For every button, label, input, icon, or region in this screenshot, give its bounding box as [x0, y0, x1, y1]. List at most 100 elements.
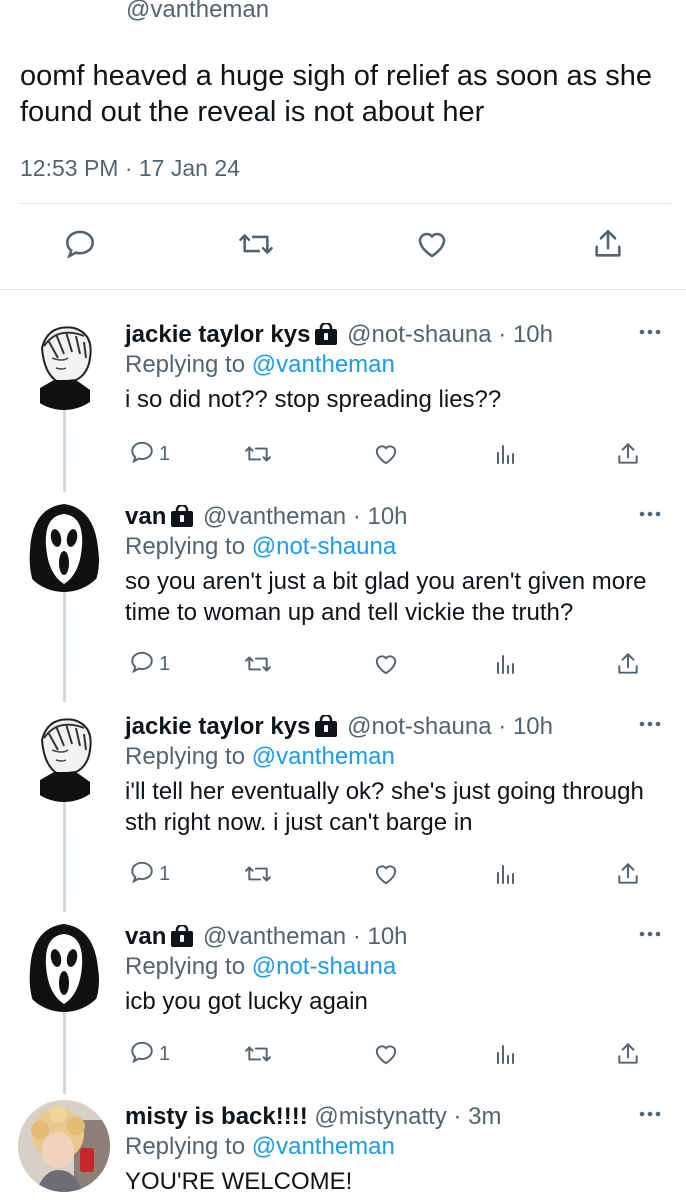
- reply-text: i so did not?? stop spreading lies??: [125, 386, 502, 413]
- share-icon[interactable]: [615, 436, 641, 472]
- replying-to-label: Replying to: [125, 533, 246, 560]
- replying-to: Replying to @not-shauna: [125, 532, 396, 562]
- reply-tweet[interactable]: jackie taylor kys @not-shauna · 10h Repl…: [0, 710, 686, 900]
- display-name[interactable]: misty is back!!!!: [125, 1103, 308, 1130]
- tweet-time[interactable]: · 10h: [498, 713, 553, 740]
- photo-avatar[interactable]: [18, 1100, 110, 1192]
- analytics-icon[interactable]: [493, 646, 517, 682]
- reply-button[interactable]: 1: [129, 436, 170, 472]
- ghostface-avatar[interactable]: [18, 500, 110, 592]
- ghostface-avatar[interactable]: [18, 920, 110, 1012]
- lock-icon: [314, 321, 338, 353]
- replying-to-label: Replying to: [125, 953, 246, 980]
- more-options-icon[interactable]: [638, 504, 662, 524]
- user-handle[interactable]: @vantheman: [203, 923, 346, 950]
- main-tweet-handle[interactable]: @vantheman: [126, 0, 269, 26]
- replying-to-mention[interactable]: @vantheman: [252, 351, 395, 378]
- reply-count: 1: [159, 862, 171, 885]
- reply-tweet[interactable]: misty is back!!!! @mistynatty · 3m Reply…: [0, 1100, 686, 1200]
- reply-tweet[interactable]: jackie taylor kys @not-shauna · 10h Repl…: [0, 318, 686, 478]
- replying-to-mention[interactable]: @vantheman: [252, 743, 395, 770]
- reply-button[interactable]: 1: [129, 856, 170, 892]
- reply-text: YOU'RE WELCOME!: [125, 1168, 353, 1195]
- display-name[interactable]: jackie taylor kys: [125, 713, 310, 740]
- like-icon[interactable]: [412, 222, 452, 266]
- sketch-avatar[interactable]: [18, 710, 110, 802]
- replying-to-label: Replying to: [125, 351, 246, 378]
- like-icon[interactable]: [372, 436, 400, 472]
- reply-icon: [129, 859, 155, 890]
- reply-header: jackie taylor kys @not-shauna · 10h: [125, 712, 553, 745]
- retweet-icon[interactable]: [236, 222, 276, 266]
- divider: [20, 203, 671, 204]
- reply-count: 1: [159, 442, 171, 465]
- replying-to-mention[interactable]: @vantheman: [252, 1133, 395, 1160]
- reply-actions: 1: [125, 856, 655, 892]
- sketch-avatar[interactable]: [18, 318, 110, 410]
- like-icon[interactable]: [372, 1036, 400, 1072]
- reply-tweet[interactable]: van @vantheman · 10h Replying to @not-sh…: [0, 920, 686, 1080]
- more-options-icon[interactable]: [638, 322, 662, 342]
- reply-actions: 1: [125, 1036, 655, 1072]
- share-icon[interactable]: [588, 222, 628, 266]
- ghostface-avatar[interactable]: [22, 0, 110, 28]
- divider: [0, 289, 686, 290]
- display-name[interactable]: van: [125, 503, 166, 530]
- lock-icon: [170, 923, 194, 955]
- reply-header: misty is back!!!! @mistynatty · 3m: [125, 1102, 501, 1132]
- display-name[interactable]: jackie taylor kys: [125, 321, 310, 348]
- reply-count: 1: [159, 1042, 171, 1065]
- lock-icon: [314, 713, 338, 745]
- reply-icon: [129, 649, 155, 680]
- tweet-time[interactable]: · 3m: [453, 1103, 501, 1130]
- reply-count: 1: [159, 652, 171, 675]
- share-icon[interactable]: [615, 1036, 641, 1072]
- reply-header: van @vantheman · 10h: [125, 922, 408, 955]
- tweet-time[interactable]: · 10h: [353, 503, 408, 530]
- user-handle[interactable]: @not-shauna: [347, 713, 491, 740]
- replying-to: Replying to @vantheman: [125, 742, 395, 772]
- reply-actions: 1: [125, 436, 655, 472]
- reply-text: icb you got lucky again: [125, 988, 368, 1015]
- analytics-icon[interactable]: [493, 436, 517, 472]
- share-icon[interactable]: [615, 856, 641, 892]
- reply-text: so you aren't just a bit glad you aren't…: [125, 568, 647, 626]
- reply-tweet[interactable]: van @vantheman · 10h Replying to @not-sh…: [0, 500, 686, 690]
- reply-header: van @vantheman · 10h: [125, 502, 408, 535]
- replying-to-mention[interactable]: @not-shauna: [252, 533, 396, 560]
- reply-header: jackie taylor kys @not-shauna · 10h: [125, 320, 553, 353]
- reply-text: i'll tell her eventually ok? she's just …: [125, 778, 644, 836]
- main-tweet-timestamp[interactable]: 12:53 PM · 17 Jan 24: [20, 153, 240, 183]
- user-handle[interactable]: @mistynatty: [314, 1103, 446, 1130]
- like-icon[interactable]: [372, 856, 400, 892]
- reply-actions: 1: [125, 646, 655, 682]
- more-options-icon[interactable]: [638, 714, 662, 734]
- replying-to: Replying to @vantheman: [125, 350, 395, 380]
- more-options-icon[interactable]: [638, 924, 662, 944]
- more-options-icon[interactable]: [638, 1104, 662, 1124]
- analytics-icon[interactable]: [493, 856, 517, 892]
- replying-to: Replying to @vantheman: [125, 1132, 395, 1162]
- reply-icon: [129, 1039, 155, 1070]
- reply-icon: [129, 439, 155, 470]
- retweet-icon[interactable]: [243, 1036, 273, 1072]
- main-tweet: @vantheman oomf heaved a huge sigh of re…: [0, 0, 686, 290]
- tweet-time[interactable]: · 10h: [498, 321, 553, 348]
- lock-icon: [170, 503, 194, 535]
- replying-to-label: Replying to: [125, 743, 246, 770]
- like-icon[interactable]: [372, 646, 400, 682]
- display-name[interactable]: van: [125, 923, 166, 950]
- replying-to-mention[interactable]: @not-shauna: [252, 953, 396, 980]
- main-tweet-text: oomf heaved a huge sigh of relief as soo…: [20, 60, 652, 128]
- share-icon[interactable]: [615, 646, 641, 682]
- user-handle[interactable]: @not-shauna: [347, 321, 491, 348]
- reply-button[interactable]: 1: [129, 646, 170, 682]
- retweet-icon[interactable]: [243, 856, 273, 892]
- tweet-time[interactable]: · 10h: [353, 923, 408, 950]
- retweet-icon[interactable]: [243, 436, 273, 472]
- retweet-icon[interactable]: [243, 646, 273, 682]
- reply-button[interactable]: 1: [129, 1036, 170, 1072]
- reply-icon[interactable]: [60, 222, 100, 266]
- analytics-icon[interactable]: [493, 1036, 517, 1072]
- user-handle[interactable]: @vantheman: [203, 503, 346, 530]
